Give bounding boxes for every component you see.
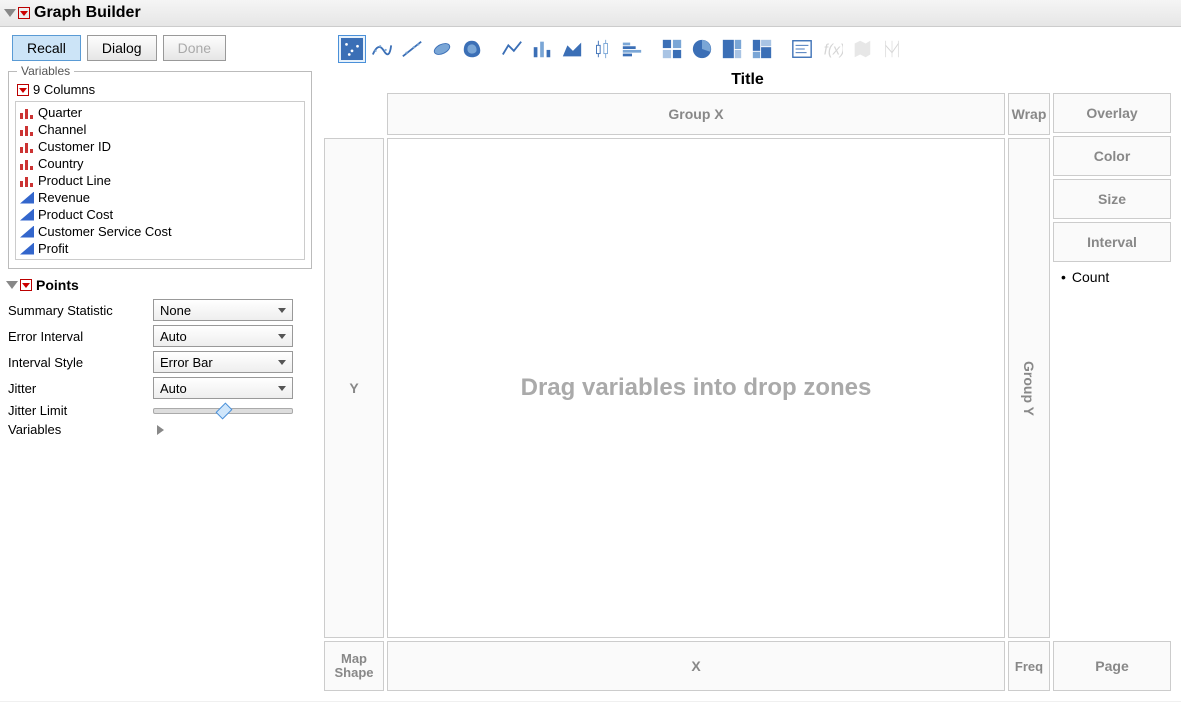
column-label: Product Line (38, 173, 111, 188)
nominal-icon (20, 158, 34, 170)
column-label: Revenue (38, 190, 90, 205)
recall-button[interactable]: Recall (12, 35, 81, 61)
column-label: Profit (38, 241, 68, 256)
column-quarter[interactable]: Quarter (18, 104, 302, 121)
window-header: Graph Builder (0, 0, 1181, 27)
summary-stat-label: Summary Statistic (8, 303, 153, 318)
column-customer-service-cost[interactable]: Customer Service Cost (18, 223, 302, 240)
bar-chart-icon[interactable] (528, 35, 556, 63)
line-fit-chart-icon[interactable] (398, 35, 426, 63)
column-product-line[interactable]: Product Line (18, 172, 302, 189)
legend-item-count: Count (1061, 269, 1171, 285)
column-label: Customer ID (38, 139, 111, 154)
continuous-icon (20, 192, 34, 204)
dropzone-freq[interactable]: Freq (1008, 641, 1050, 691)
line-chart-icon[interactable] (498, 35, 526, 63)
disclosure-icon[interactable] (4, 9, 16, 17)
dropzone-map-shape[interactable]: Map Shape (324, 641, 384, 691)
pie-chart-icon[interactable] (688, 35, 716, 63)
red-triangle-menu-icon[interactable] (18, 7, 30, 19)
interval-style-select[interactable]: Error Bar (153, 351, 293, 373)
legend-area: Count (1053, 265, 1171, 285)
right-panel: f(x) Title Group X Wrap Overlay Color Si… (320, 27, 1181, 701)
done-button: Done (163, 35, 226, 61)
column-label: Country (38, 156, 84, 171)
column-list[interactable]: Quarter Channel Customer ID Country Product … (15, 101, 305, 260)
points-variables-label: Variables (8, 422, 153, 437)
column-label: Channel (38, 122, 86, 137)
dropzone-color[interactable]: Color (1053, 136, 1171, 176)
expand-triangle-icon[interactable] (157, 425, 164, 435)
dropzone-group-y[interactable]: Group Y (1008, 138, 1050, 638)
dropzone-wrap[interactable]: Wrap (1008, 93, 1050, 135)
mosaic-chart-icon[interactable] (748, 35, 776, 63)
continuous-icon (20, 209, 34, 221)
dropzone-y[interactable]: Y (324, 138, 384, 638)
nominal-icon (20, 141, 34, 153)
jitter-select[interactable]: Auto (153, 377, 293, 399)
boxplot-chart-icon[interactable] (588, 35, 616, 63)
points-chart-icon[interactable] (338, 35, 366, 63)
points-title: Points (36, 277, 79, 293)
columns-count-label: 9 Columns (33, 82, 95, 97)
nominal-icon (20, 175, 34, 187)
area-chart-icon[interactable] (558, 35, 586, 63)
histogram-chart-icon[interactable] (618, 35, 646, 63)
points-disclosure-icon[interactable] (6, 281, 18, 289)
chart-toolbar: f(x) (320, 33, 1175, 69)
caption-chart-icon[interactable] (788, 35, 816, 63)
dropzone-overlay[interactable]: Overlay (1053, 93, 1171, 133)
column-revenue[interactable]: Revenue (18, 189, 302, 206)
heatmap-chart-icon[interactable] (658, 35, 686, 63)
column-label: Quarter (38, 105, 82, 120)
variables-legend: Variables (17, 64, 74, 78)
summary-stat-select[interactable]: None (153, 299, 293, 321)
ellipse-chart-icon[interactable] (428, 35, 456, 63)
interval-style-label: Interval Style (8, 355, 153, 370)
column-product-cost[interactable]: Product Cost (18, 206, 302, 223)
jitter-limit-slider[interactable] (153, 408, 293, 414)
error-interval-select[interactable]: Auto (153, 325, 293, 347)
nominal-icon (20, 107, 34, 119)
treemap-chart-icon[interactable] (718, 35, 746, 63)
slider-thumb-icon[interactable] (216, 402, 233, 419)
column-label: Product Cost (38, 207, 113, 222)
dialog-button[interactable]: Dialog (87, 35, 157, 61)
map-chart-icon[interactable] (848, 35, 876, 63)
column-country[interactable]: Country (18, 155, 302, 172)
parallel-chart-icon[interactable] (878, 35, 906, 63)
window-title: Graph Builder (34, 4, 141, 22)
formula-chart-icon[interactable]: f(x) (818, 35, 846, 63)
points-menu-icon[interactable] (20, 279, 32, 291)
left-panel: Recall Dialog Done Variables 9 Columns Q… (0, 27, 320, 701)
plot-area[interactable]: Drag variables into drop zones (387, 138, 1005, 638)
dropzone-size[interactable]: Size (1053, 179, 1171, 219)
variables-fieldset: Variables 9 Columns QuarterChannelCustom… (8, 71, 312, 269)
jitter-label: Jitter (8, 381, 153, 396)
contour-chart-icon[interactable] (458, 35, 486, 63)
nominal-icon (20, 124, 34, 136)
jitter-limit-label: Jitter Limit (8, 403, 153, 418)
dropzone-interval[interactable]: Interval (1053, 222, 1171, 262)
continuous-icon (20, 226, 34, 238)
dropzone-group-x[interactable]: Group X (387, 93, 1005, 135)
column-label: Customer Service Cost (38, 224, 172, 239)
dropzone-page[interactable]: Page (1053, 641, 1171, 691)
dropzone-x[interactable]: X (387, 641, 1005, 691)
continuous-icon (20, 243, 34, 255)
column-profit[interactable]: Profit (18, 240, 302, 257)
canvas-title[interactable]: Title (320, 71, 1175, 89)
columns-menu-icon[interactable] (17, 84, 29, 96)
smoother-chart-icon[interactable] (368, 35, 396, 63)
error-interval-label: Error Interval (8, 329, 153, 344)
column-channel[interactable]: Channel (18, 121, 302, 138)
column-customer-id[interactable]: Customer ID (18, 138, 302, 155)
svg-text:f(x): f(x) (824, 43, 843, 59)
